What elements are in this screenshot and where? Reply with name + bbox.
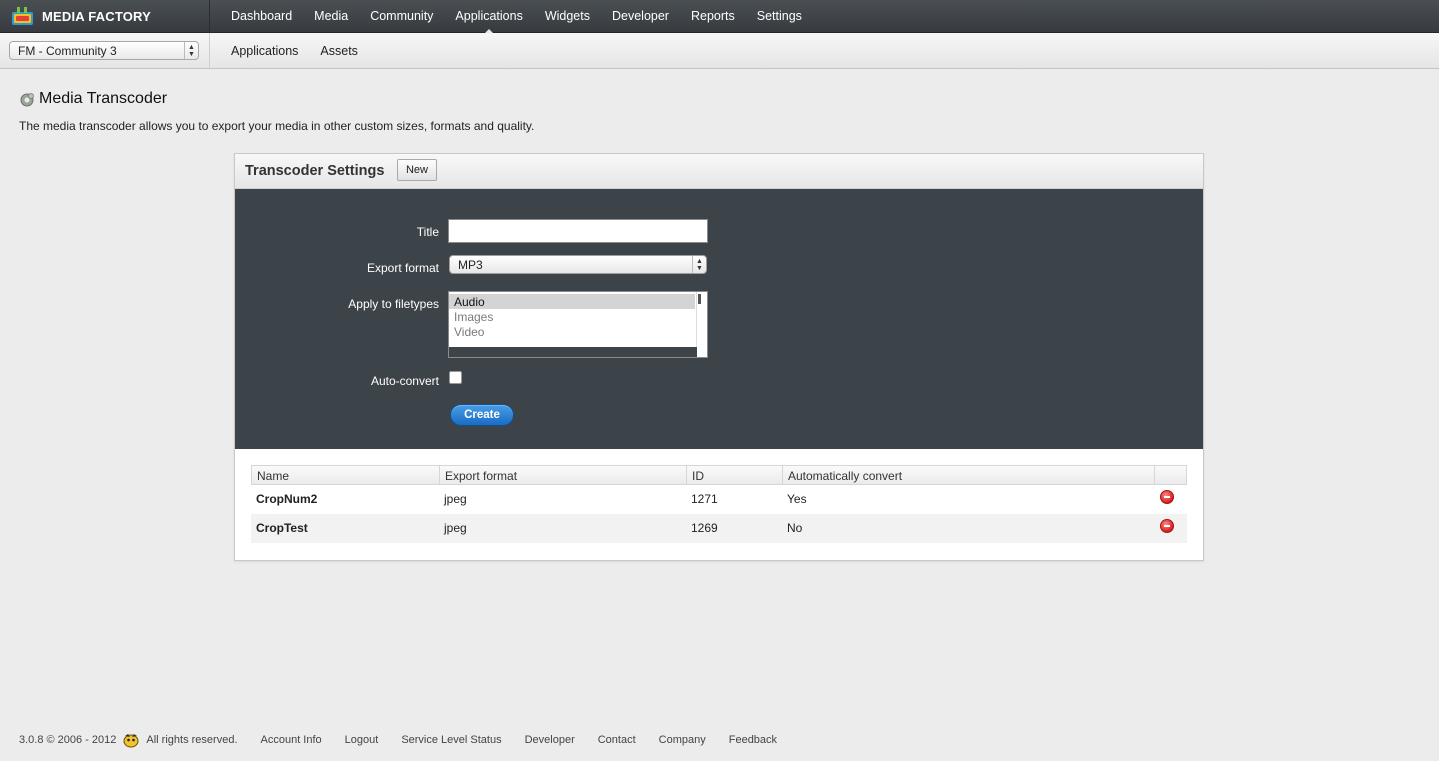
community-select[interactable]: FM - Community 3 ▲ ▼ xyxy=(9,41,199,60)
sub-navigation-bar: FM - Community 3 ▲ ▼ Applications Assets xyxy=(0,33,1439,69)
nav-settings[interactable]: Settings xyxy=(746,0,813,33)
autoconvert-checkbox[interactable] xyxy=(449,371,462,384)
subnav-applications[interactable]: Applications xyxy=(220,33,309,68)
gear-icon xyxy=(20,93,34,107)
row-name: CropNum2 xyxy=(256,492,318,506)
brand[interactable]: MEDIA FACTORY xyxy=(0,0,210,33)
filetype-option-video[interactable]: Video xyxy=(449,324,695,339)
row-auto-convert: No xyxy=(787,521,803,535)
filetype-option-audio[interactable]: Audio xyxy=(449,294,695,309)
footer-copyright: 3.0.8 © 2006 - 2012 xyxy=(19,734,117,746)
select-arrows-icon: ▲ ▼ xyxy=(184,42,198,59)
listbox-scrollbar[interactable] xyxy=(696,292,707,357)
sub-nav: Applications Assets xyxy=(220,33,369,68)
nav-media[interactable]: Media xyxy=(303,0,359,33)
delete-icon[interactable] xyxy=(1160,490,1174,504)
nav-developer[interactable]: Developer xyxy=(601,0,680,33)
main-nav: Dashboard Media Community Applications W… xyxy=(220,0,813,34)
select-arrows-icon: ▲ ▼ xyxy=(692,256,706,273)
column-header-name[interactable]: Name xyxy=(252,466,440,484)
footer-link-developer[interactable]: Developer xyxy=(525,734,575,746)
row-id: 1271 xyxy=(691,492,718,506)
panel-header: Transcoder Settings New xyxy=(235,154,1203,189)
footer-link-company[interactable]: Company xyxy=(659,734,706,746)
delete-icon[interactable] xyxy=(1160,519,1174,533)
footer: 3.0.8 © 2006 - 2012 All rights reserved.… xyxy=(19,733,800,748)
community-select-value: FM - Community 3 xyxy=(18,44,117,58)
new-button[interactable]: New xyxy=(397,159,437,181)
nav-community[interactable]: Community xyxy=(359,0,444,33)
column-header-actions xyxy=(1155,466,1186,484)
filetypes-label: Apply to filetypes xyxy=(348,297,439,311)
nav-reports[interactable]: Reports xyxy=(680,0,746,33)
panel-title: Transcoder Settings xyxy=(245,163,385,179)
subnav-assets[interactable]: Assets xyxy=(309,33,369,68)
title-label: Title xyxy=(416,225,439,239)
table-header: Name Export format ID Automatically conv… xyxy=(251,465,1187,485)
row-auto-convert: Yes xyxy=(787,492,807,506)
top-navigation-bar: MEDIA FACTORY Dashboard Media Community … xyxy=(0,0,1439,34)
create-button[interactable]: Create xyxy=(450,404,514,426)
page-description: The media transcoder allows you to expor… xyxy=(19,119,535,133)
row-name: CropTest xyxy=(256,521,308,535)
media-factory-logo-icon xyxy=(12,7,33,25)
footer-link-account-info[interactable]: Account Info xyxy=(261,734,322,746)
transcoders-table: Name Export format ID Automatically conv… xyxy=(251,465,1187,543)
export-format-value: MP3 xyxy=(458,258,483,272)
transcoder-settings-panel: Transcoder Settings New Title Export for… xyxy=(234,153,1204,561)
table-row[interactable]: CropTest jpeg 1269 No xyxy=(251,514,1187,543)
column-header-id[interactable]: ID xyxy=(687,466,783,484)
page-title: Media Transcoder xyxy=(39,90,168,107)
column-header-export-format[interactable]: Export format xyxy=(440,466,687,484)
column-header-auto-convert[interactable]: Automatically convert xyxy=(783,466,1155,484)
footer-rights: All rights reserved. xyxy=(146,734,238,746)
table-row[interactable]: CropNum2 jpeg 1271 Yes xyxy=(251,485,1187,514)
export-format-label: Export format xyxy=(366,261,439,275)
mascot-icon xyxy=(123,734,139,748)
footer-link-logout[interactable]: Logout xyxy=(345,734,379,746)
filetypes-listbox[interactable]: Audio Images Video xyxy=(448,291,708,358)
nav-widgets[interactable]: Widgets xyxy=(534,0,601,33)
footer-link-service-level-status[interactable]: Service Level Status xyxy=(401,734,501,746)
footer-link-feedback[interactable]: Feedback xyxy=(729,734,777,746)
nav-dashboard[interactable]: Dashboard xyxy=(220,0,303,33)
brand-name: MEDIA FACTORY xyxy=(42,9,152,24)
footer-link-contact[interactable]: Contact xyxy=(598,734,636,746)
row-export-format: jpeg xyxy=(444,521,467,535)
community-selector-area: FM - Community 3 ▲ ▼ xyxy=(0,33,210,68)
nav-applications[interactable]: Applications xyxy=(444,0,533,34)
autoconvert-label: Auto-convert xyxy=(370,374,439,388)
row-export-format: jpeg xyxy=(444,492,467,506)
filetype-option-images[interactable]: Images xyxy=(449,309,695,324)
transcoder-form: Title Export format MP3 ▲ ▼ Apply to file… xyxy=(235,189,1203,449)
export-format-select[interactable]: MP3 ▲ ▼ xyxy=(449,255,707,274)
listbox-bottom-strip xyxy=(449,347,697,357)
title-input[interactable] xyxy=(448,219,708,243)
row-id: 1269 xyxy=(691,521,718,535)
